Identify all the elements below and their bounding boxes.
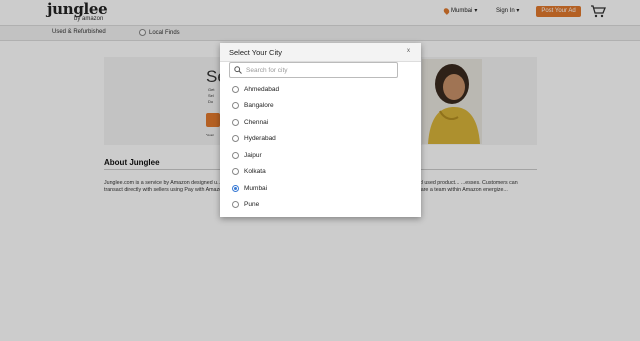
radio-button[interactable] [232, 167, 239, 175]
city-option[interactable]: Kolkata [232, 165, 266, 177]
city-label: Bangalore [244, 101, 274, 109]
city-option[interactable]: Bangalore [232, 99, 274, 111]
city-select-modal: Select Your City x Ahmedabad Bangalore C… [220, 43, 421, 217]
city-label: Ahmedabad [244, 85, 280, 93]
city-label: Hyderabad [244, 134, 276, 142]
city-label: Mumbai [244, 184, 268, 192]
city-option[interactable]: Mumbai [232, 182, 267, 194]
radio-button[interactable] [232, 134, 239, 142]
radio-button[interactable] [232, 118, 239, 126]
modal-header: Select Your City x [220, 43, 421, 62]
radio-button[interactable] [232, 200, 239, 208]
city-option[interactable]: Jaipur [232, 149, 262, 161]
city-label: Kolkata [244, 167, 266, 175]
radio-button[interactable] [232, 101, 239, 109]
close-icon[interactable]: x [407, 48, 410, 54]
city-label: Jaipur [244, 151, 262, 159]
city-search-input[interactable] [246, 64, 394, 76]
city-label: Chennai [244, 118, 269, 126]
city-option[interactable]: Hyderabad [232, 132, 276, 144]
radio-button[interactable] [232, 151, 239, 159]
city-option[interactable]: Ahmedabad [232, 83, 279, 95]
radio-button-selected[interactable] [232, 184, 239, 192]
modal-title: Select Your City [229, 48, 282, 57]
radio-button[interactable] [232, 85, 239, 93]
city-label: Pune [244, 200, 260, 208]
city-search-box [229, 62, 398, 78]
city-option[interactable]: Pune [232, 198, 259, 210]
search-icon [234, 66, 242, 74]
city-option[interactable]: Chennai [232, 116, 268, 128]
